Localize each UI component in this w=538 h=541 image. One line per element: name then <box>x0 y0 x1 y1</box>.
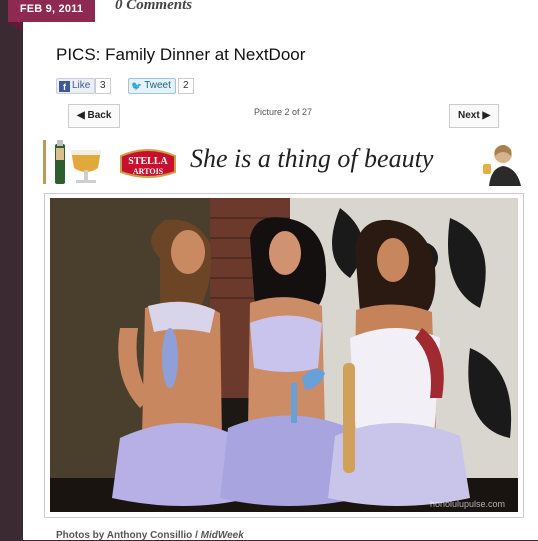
post-title: PICS: Family Dinner at NextDoor <box>56 45 306 64</box>
tweet-count: 2 <box>178 78 194 94</box>
tweet-label: Tweet <box>144 80 171 91</box>
photo-watermark: honolulupulse.com <box>430 499 506 509</box>
comments-link[interactable]: 0 Comments <box>115 0 192 14</box>
facebook-like-button[interactable]: f Like <box>56 78 96 94</box>
ad-tagline: She is a thing of beauty <box>190 144 434 173</box>
back-button[interactable]: ◀ Back <box>68 104 121 128</box>
credit-source: MidWeek <box>200 530 244 541</box>
date-tab-fold <box>8 22 22 32</box>
facebook-icon: f <box>59 80 70 92</box>
stella-artois-logo: STELLA ARTOIS <box>120 149 176 178</box>
next-button[interactable]: Next ▶ <box>449 104 500 128</box>
gallery-photo[interactable] <box>50 198 518 512</box>
photo-credit: Photos by Anthony Consillio / MidWeek <box>56 530 244 541</box>
post-date-tab: FEB 9, 2011 <box>8 0 95 22</box>
tweet-button[interactable]: 🐦 Tweet <box>128 78 176 94</box>
like-count: 3 <box>95 78 111 94</box>
picture-position: Picture 2 of 27 <box>254 107 313 117</box>
like-label: Like <box>72 80 91 91</box>
photo-illustration <box>50 198 518 512</box>
artois-text: ARTOIS <box>133 167 164 176</box>
twitter-bird-icon: 🐦 <box>131 81 143 91</box>
stella-text: STELLA <box>128 156 168 167</box>
credit-prefix: Photos by Anthony Consillio / <box>56 530 201 541</box>
